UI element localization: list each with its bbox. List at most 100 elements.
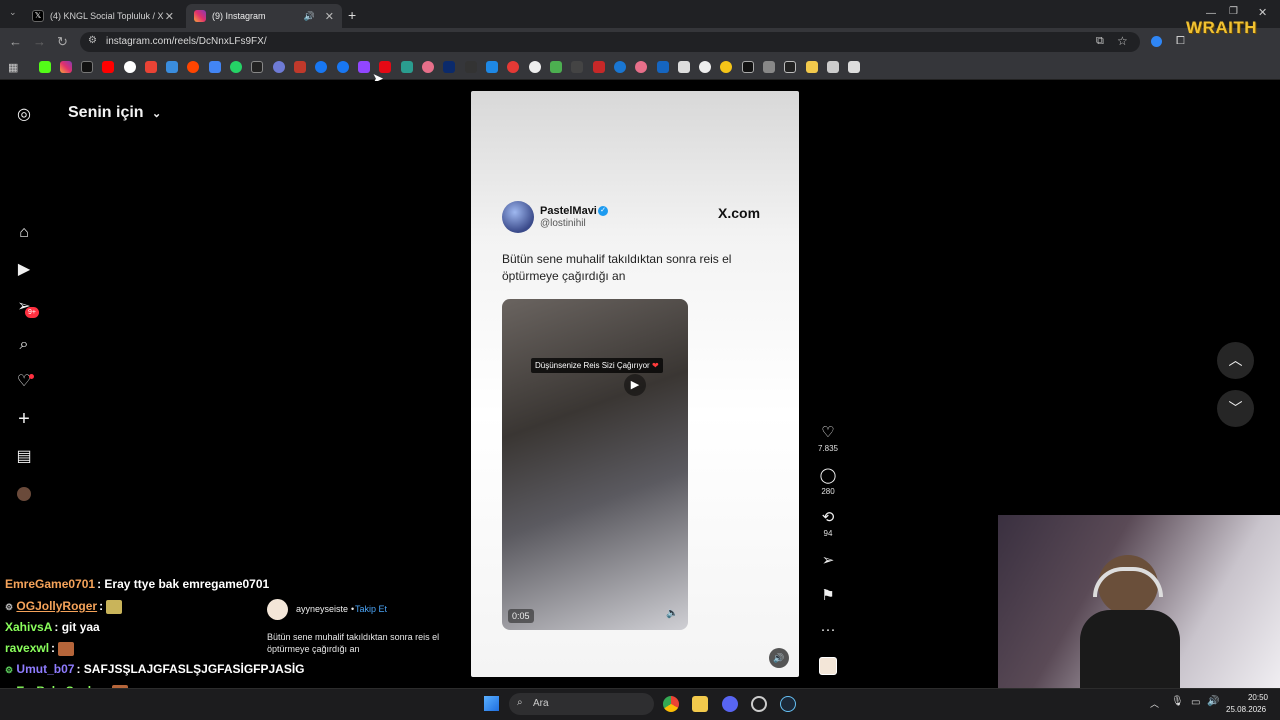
bookmark-icon[interactable] [251,61,263,73]
search-icon[interactable]: ⌕ [14,335,34,355]
mute-button[interactable]: 🔊 [769,648,789,668]
next-reel-button[interactable]: ﹀ [1217,390,1254,427]
chat-text: git yaa [61,620,100,634]
comment-icon: ◯ [819,467,837,484]
bookmark-icon[interactable] [273,61,285,73]
reels-icon[interactable]: ▶ [14,260,34,280]
bookmark-icon[interactable] [507,61,519,73]
extension-icon[interactable] [1151,36,1162,47]
profile-avatar[interactable] [17,487,31,501]
steam-icon[interactable] [780,696,796,712]
site-info-icon[interactable]: ⚙ [88,35,97,46]
twitch-icon[interactable] [358,61,370,73]
tweet-avatar [502,201,534,233]
chat-text: SAFJSŞLAJGFASLŞJGFASİGFPJASİG [83,662,305,676]
tab-search-chevron-icon[interactable]: ⌄ [9,7,17,18]
x-icon[interactable] [81,61,93,73]
instagram-logo-icon[interactable]: ◎ [14,105,34,125]
folder-icon[interactable] [806,61,818,73]
previous-reel-button[interactable]: ︿ [1217,342,1254,379]
bookmark-icon[interactable] [166,61,178,73]
audio-avatar[interactable] [819,657,837,675]
maximize-button[interactable]: ❐ [1229,6,1238,17]
volume-icon: 🔈 [666,608,679,619]
speaker-icon[interactable]: 🔊 [304,11,315,22]
bookmark-icon[interactable] [784,61,796,73]
clock-time[interactable]: 20:50 [1246,693,1268,702]
google-icon[interactable] [124,61,136,73]
window-close-button[interactable]: ✕ [1258,6,1267,19]
back-icon[interactable]: ← [9,34,22,49]
bookmark-icon[interactable] [742,61,754,73]
url-input[interactable]: ⚙ instagram.com/reels/DcNnxLFs9FX/ [80,32,1140,52]
author-avatar[interactable] [267,599,288,620]
bookmark-icon[interactable] [294,61,306,73]
reload-icon[interactable]: ↻ [57,34,68,50]
youtube-icon[interactable] [102,61,114,73]
feed-selector[interactable]: Senin için ⌄ [68,104,161,122]
whatsapp-icon[interactable] [230,61,242,73]
save-button[interactable]: ⚑ [814,587,842,605]
tab-instagram[interactable]: (9) Instagram 🔊 ✕ [186,4,342,28]
comment-button[interactable]: ◯ 280 [814,467,842,496]
bookmark-icon[interactable] [443,61,455,73]
verified-badge-icon: ✓ [598,206,608,216]
instagram-icon[interactable] [60,61,72,73]
extensions-puzzle-icon[interactable]: ⧠ [1176,35,1185,48]
like-button[interactable]: ♡ 7.835 [814,424,842,453]
bookmark-icon[interactable] [699,61,711,73]
windows-start-icon[interactable] [484,696,499,711]
obs-icon[interactable] [751,696,767,712]
bookmark-icon[interactable] [827,61,839,73]
author-name[interactable]: ayyneyseiste [296,604,348,614]
chrome-icon[interactable] [663,696,679,712]
discord-icon[interactable] [722,696,738,712]
bookmark-icon[interactable] [848,61,860,73]
bookmark-icon[interactable] [763,61,775,73]
bookmark-icon[interactable] [550,61,562,73]
taskbar-search-input[interactable]: ⌕ Ara [509,693,654,715]
bookmark-icon[interactable] [657,61,669,73]
bookmark-icon[interactable] [678,61,690,73]
search-icon: ⌕ [517,697,523,708]
bookmark-icon[interactable] [422,61,434,73]
repost-button[interactable]: ⟲ 94 [814,509,842,538]
install-app-icon[interactable]: ⧉ [1096,35,1104,48]
clock-date[interactable]: 25.08.2026 [1226,705,1266,714]
new-tab-button[interactable]: + [348,7,356,23]
microphone-icon[interactable]: 🎙 [1171,696,1184,707]
follow-button[interactable]: Takip Et [355,604,387,614]
bookmark-icon[interactable] [720,61,732,73]
home-icon[interactable]: ⌂ [14,223,34,243]
bookmark-icon[interactable] [571,61,583,73]
share-button[interactable]: ➢ [814,552,842,570]
tab-x[interactable]: 𝕏 (4) KNGL Social Topluluk / X ✕ [24,4,182,28]
create-icon[interactable]: + [14,409,34,429]
dashboard-icon[interactable]: ▤ [14,447,34,467]
more-options-button[interactable]: ··· [814,621,842,639]
translate-icon[interactable] [209,61,221,73]
bookmark-icon[interactable] [593,61,605,73]
facebook-icon[interactable] [337,61,349,73]
close-icon[interactable]: ✕ [325,10,334,23]
kick-icon[interactable] [39,61,51,73]
gmail-icon[interactable] [145,61,157,73]
bookmark-icon[interactable] [486,61,498,73]
play-icon: ▶ [624,374,646,396]
bookmark-icon[interactable] [401,61,413,73]
bookmark-star-icon[interactable]: ☆ [1117,34,1128,48]
volume-icon[interactable]: 🔊 [1207,696,1219,707]
show-hidden-icons-chevron-icon[interactable]: ︿ [1150,697,1159,710]
apps-grid-icon[interactable]: ▦ [8,61,18,74]
bookmark-icon[interactable] [529,61,541,73]
bookmark-icon[interactable] [614,61,626,73]
close-icon[interactable]: ✕ [165,10,174,23]
forward-icon[interactable]: → [33,34,46,49]
file-explorer-icon[interactable] [692,696,708,712]
bookmark-icon[interactable] [315,61,327,73]
network-icon[interactable]: ▭ [1191,697,1200,708]
bookmark-icon[interactable] [465,61,477,73]
bookmark-icon[interactable] [635,61,647,73]
reddit-icon[interactable] [187,61,199,73]
chat-text: Eray ttye bak emregame0701 [104,577,270,591]
